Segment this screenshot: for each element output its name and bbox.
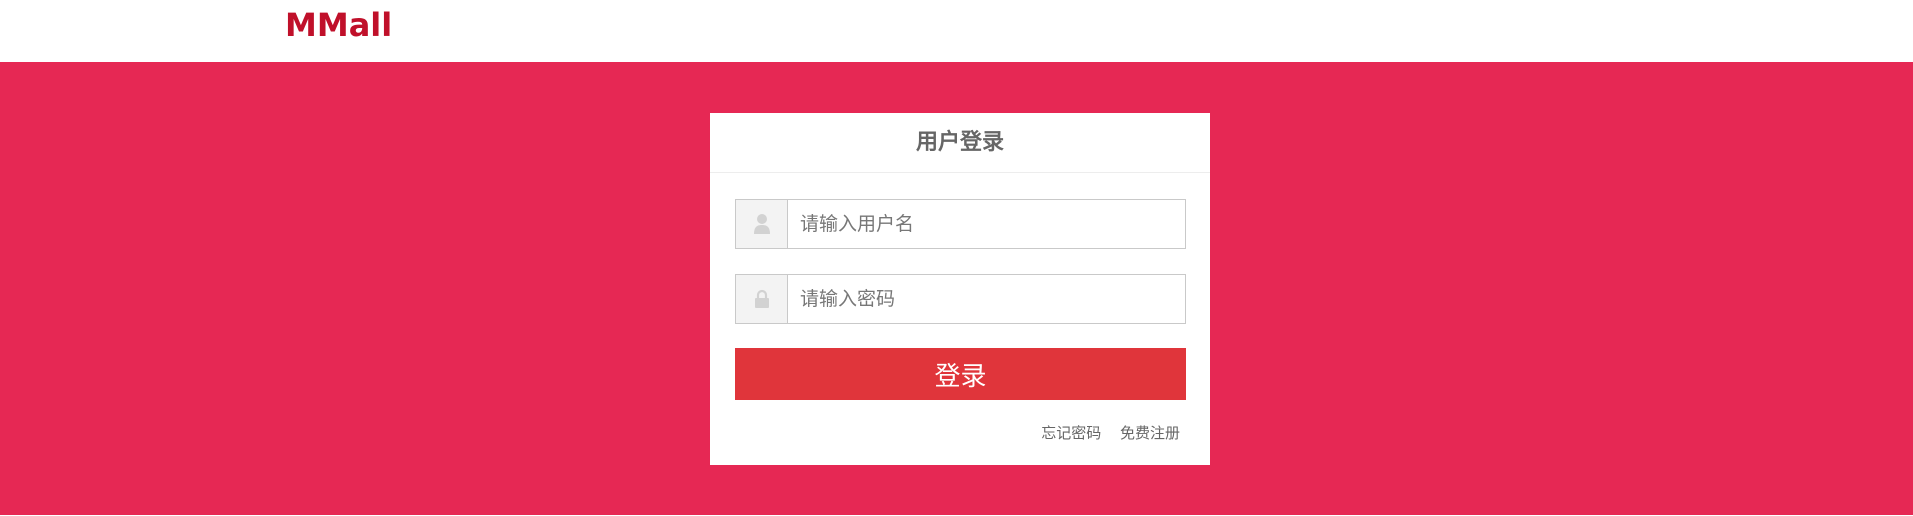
lock-icon: [736, 275, 788, 323]
login-button[interactable]: 登录: [735, 348, 1186, 400]
login-banner: 用户登录 登录 忘记密码 免费注册: [0, 62, 1913, 515]
username-field-group: [735, 199, 1186, 249]
password-input[interactable]: [788, 275, 1185, 323]
user-icon: [736, 200, 788, 248]
logo[interactable]: MMall: [285, 5, 392, 45]
login-links: 忘记密码 免费注册: [1027, 422, 1180, 443]
login-card: 用户登录 登录 忘记密码 免费注册: [710, 113, 1210, 465]
password-field-group: [735, 274, 1186, 324]
register-link[interactable]: 免费注册: [1120, 424, 1180, 442]
login-title: 用户登录: [710, 113, 1210, 173]
forgot-password-link[interactable]: 忘记密码: [1041, 424, 1101, 442]
username-input[interactable]: [788, 200, 1185, 248]
page-header: MMall: [0, 0, 1913, 62]
